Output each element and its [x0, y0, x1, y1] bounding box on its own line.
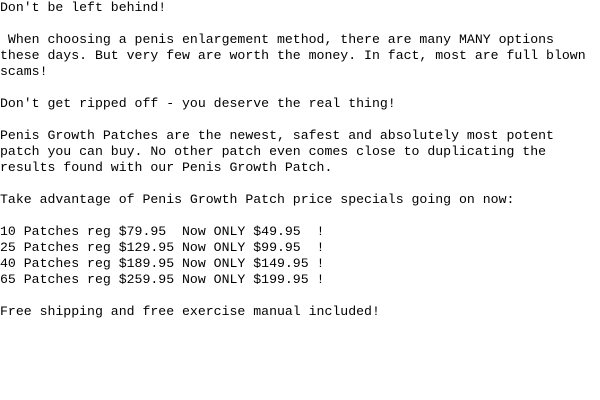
pitch-line-2: patch you can buy. No other patch even c… [0, 144, 547, 159]
price-list-item: 40 Patches reg $189.95 Now ONLY $149.95 … [0, 256, 325, 271]
warning-text: Don't get ripped off - you deserve the r… [0, 96, 396, 111]
specials-intro: Take advantage of Penis Growth Patch pri… [0, 192, 515, 207]
email-body: Don't be left behind! When choosing a pe… [0, 0, 600, 400]
headline: Don't be left behind! [0, 0, 167, 15]
closing-text: Free shipping and free exercise manual i… [0, 304, 380, 319]
price-list-item: 65 Patches reg $259.95 Now ONLY $199.95 … [0, 272, 325, 287]
intro-line-2: these days. But very few are worth the m… [0, 48, 586, 63]
pitch-line-3: results found with our Penis Growth Patc… [0, 160, 333, 175]
pitch-line-1: Penis Growth Patches are the newest, saf… [0, 128, 554, 143]
intro-line-1: When choosing a penis enlargement method… [0, 32, 554, 47]
intro-line-3: scams! [0, 64, 48, 79]
price-list-item: 10 Patches reg $79.95 Now ONLY $49.95 ! [0, 224, 325, 239]
price-list-item: 25 Patches reg $129.95 Now ONLY $99.95 ! [0, 240, 325, 255]
